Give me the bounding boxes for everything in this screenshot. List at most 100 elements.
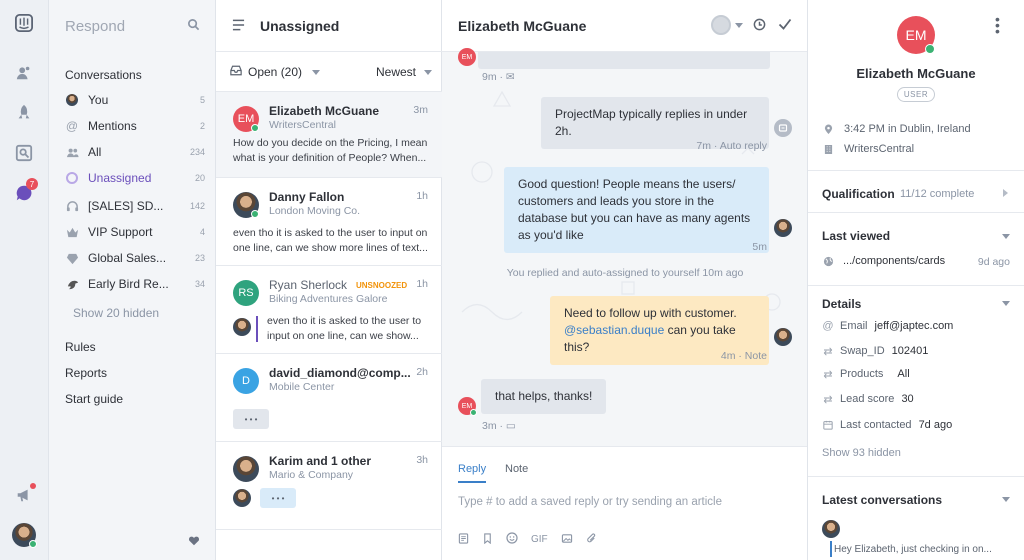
chevron-down-icon[interactable] bbox=[1002, 301, 1010, 306]
close-conversation-check-icon[interactable] bbox=[778, 17, 792, 34]
company-row[interactable]: WritersCentral bbox=[822, 143, 914, 155]
chevron-down-icon[interactable] bbox=[1002, 497, 1010, 502]
heart-icon[interactable] bbox=[188, 535, 200, 550]
rocket-icon[interactable] bbox=[13, 102, 35, 124]
nav-item-vip-support[interactable]: VIP Support 4 bbox=[65, 221, 205, 243]
nav-link-rules[interactable]: Rules bbox=[65, 340, 96, 354]
reply-composer: Reply Note Type # to add a saved reply o… bbox=[442, 446, 807, 560]
unassigned-avatar-icon bbox=[65, 171, 79, 185]
inbox-nav: Respond Conversations You 5 @ Mentions 2… bbox=[49, 0, 216, 560]
online-status-dot bbox=[251, 210, 259, 218]
conversation-company: WritersCentral bbox=[269, 119, 336, 131]
composer-toolbar: GIF bbox=[458, 532, 597, 547]
assignee-avatar-icon[interactable] bbox=[711, 15, 731, 35]
bird-icon bbox=[65, 277, 79, 291]
conversation-time: 2h bbox=[416, 366, 428, 378]
attribute-last-contacted[interactable]: Last contacted 7d ago bbox=[822, 419, 952, 431]
conversation-time: 3m bbox=[413, 104, 428, 116]
respond-chat-icon[interactable]: 7 bbox=[13, 178, 38, 204]
nav-item-global-sales[interactable]: Global Sales... 23 bbox=[65, 247, 205, 269]
tab-note[interactable]: Note bbox=[505, 463, 528, 475]
swap-arrows-icon: ⇄ bbox=[823, 345, 833, 358]
show-hidden-attributes-link[interactable]: Show 93 hidden bbox=[822, 447, 901, 459]
conversation-preview: even tho it is asked to the user to inpu… bbox=[233, 227, 428, 254]
list-title: Unassigned bbox=[260, 18, 340, 34]
note-indicator bbox=[256, 316, 258, 342]
attribute-products[interactable]: ⇄ Products All bbox=[822, 368, 909, 381]
last-viewed-section: Last viewed .../components/cards 9d ago bbox=[808, 213, 1024, 286]
message-bubble-partial bbox=[478, 52, 770, 69]
list-filter-bar: Open (20) Newest bbox=[216, 52, 442, 92]
sort-dropdown[interactable]: Newest bbox=[376, 65, 433, 79]
attribute-email[interactable]: @ Email jeff@japtec.com bbox=[822, 320, 953, 332]
attachment-icon[interactable] bbox=[586, 532, 597, 547]
nav-link-start-guide[interactable]: Start guide bbox=[65, 392, 123, 406]
people-icon bbox=[65, 145, 79, 159]
swap-arrows-icon: ⇄ bbox=[823, 368, 833, 381]
conversation-company: Biking Adventures Galore bbox=[269, 293, 388, 305]
conversation-name: david_diamond@comp... bbox=[269, 366, 411, 380]
message-meta: 9m · ✉ bbox=[482, 71, 515, 83]
snooze-clock-icon[interactable] bbox=[753, 18, 766, 34]
mention-link[interactable]: @sebastian.duque bbox=[564, 323, 664, 337]
chevron-down-icon[interactable] bbox=[1002, 234, 1010, 239]
typing-indicator: • • • bbox=[233, 409, 269, 429]
nav-item-early-bird[interactable]: Early Bird Re... 34 bbox=[65, 273, 205, 295]
chat-title: Elizabeth McGuane bbox=[458, 18, 587, 34]
qualification-section[interactable]: Qualification 11/12 complete bbox=[808, 170, 1024, 213]
agent-avatar bbox=[822, 520, 840, 538]
show-hidden-inboxes-link[interactable]: Show 20 hidden bbox=[73, 306, 159, 320]
agent-avatar bbox=[233, 318, 251, 336]
last-viewed-page[interactable]: .../components/cards bbox=[822, 255, 945, 267]
search-icon[interactable] bbox=[187, 18, 201, 32]
conversation-company: Mario & Company bbox=[269, 469, 354, 481]
intercom-logo-icon[interactable] bbox=[13, 12, 35, 34]
chevron-down-icon[interactable] bbox=[735, 23, 743, 28]
calendar-icon bbox=[822, 419, 834, 431]
nav-link-reports[interactable]: Reports bbox=[65, 366, 107, 380]
alert-dot bbox=[30, 483, 36, 489]
nav-item-mentions[interactable]: @ Mentions 2 bbox=[65, 115, 205, 137]
contacts-icon[interactable] bbox=[13, 62, 35, 84]
latest-conversation-preview[interactable]: Hey Elizabeth, just checking in on... bbox=[834, 544, 1018, 555]
chevron-down-icon bbox=[424, 69, 433, 75]
image-icon[interactable] bbox=[561, 533, 573, 547]
attribute-lead-score[interactable]: ⇄ Lead score 30 bbox=[822, 393, 913, 406]
megaphone-icon[interactable] bbox=[13, 483, 36, 506]
online-status-dot bbox=[470, 409, 477, 416]
conversation-name: Karim and 1 other bbox=[269, 454, 372, 468]
bookmark-icon[interactable] bbox=[482, 532, 493, 547]
attribute-swap-id[interactable]: ⇄ Swap_ID 102401 bbox=[822, 345, 928, 358]
globe-icon bbox=[822, 255, 834, 267]
tab-reply[interactable]: Reply bbox=[458, 463, 487, 483]
avatar bbox=[233, 456, 259, 482]
message-meta: 3m · ▭ bbox=[482, 420, 516, 432]
details-section: Details @ Email jeff@japtec.com ⇄ Swap_ID 10… bbox=[808, 286, 1024, 477]
bot-icon bbox=[774, 119, 792, 137]
menu-icon[interactable] bbox=[232, 19, 245, 34]
status-filter-dropdown[interactable]: Open (20) bbox=[230, 65, 321, 79]
online-status-dot bbox=[29, 540, 37, 548]
nav-item-you[interactable]: You 5 bbox=[65, 89, 205, 111]
typing-indicator: • • • bbox=[260, 488, 296, 508]
reply-input[interactable]: Type # to add a saved reply or try sendi… bbox=[458, 496, 788, 508]
chat-bubble-icon: ▭ bbox=[505, 420, 516, 432]
article-icon[interactable] bbox=[458, 532, 469, 547]
location-pin-icon bbox=[822, 123, 834, 135]
conversation-item[interactable]: RS Ryan Sherlock UNSNOOZED Biking Advent… bbox=[216, 266, 442, 354]
conversation-item[interactable]: Karim and 1 other Mario & Company 3h • •… bbox=[216, 442, 442, 530]
articles-icon[interactable] bbox=[13, 142, 35, 164]
email-icon: ✉ bbox=[505, 71, 515, 83]
conversation-item[interactable]: EM Elizabeth McGuane WritersCentral 3m H… bbox=[216, 92, 442, 178]
emoji-icon[interactable] bbox=[506, 532, 518, 547]
gif-button[interactable]: GIF bbox=[531, 534, 548, 545]
chat-header: Elizabeth McGuane bbox=[442, 0, 807, 52]
message-meta: 7m · Auto reply bbox=[696, 140, 767, 152]
conversation-item[interactable]: D david_diamond@comp... Mobile Center 2h… bbox=[216, 354, 442, 442]
nav-item-sales-sd[interactable]: [SALES] SD... 142 bbox=[65, 195, 205, 217]
more-options-icon[interactable]: • • • bbox=[995, 12, 1000, 38]
nav-item-all[interactable]: All 234 bbox=[65, 141, 205, 163]
conversations-heading: Conversations bbox=[65, 68, 142, 82]
conversation-item[interactable]: Danny Fallon London Moving Co. 1h even t… bbox=[216, 178, 442, 266]
nav-item-unassigned[interactable]: Unassigned 20 bbox=[65, 167, 205, 189]
